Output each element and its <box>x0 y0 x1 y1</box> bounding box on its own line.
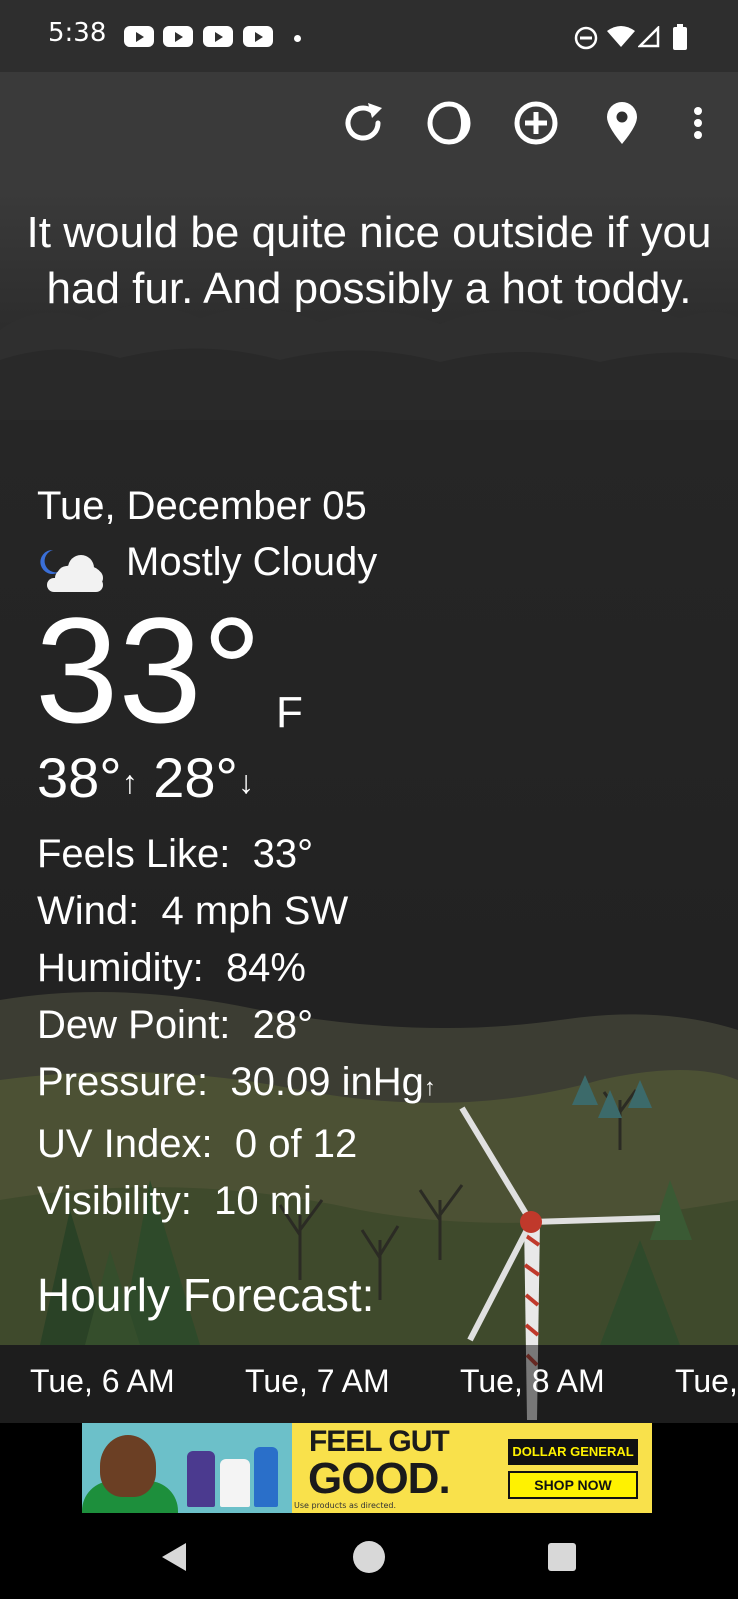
dew-point-label: Dew Point: <box>37 1003 231 1047</box>
wind-value: 4 mph SW <box>161 889 349 933</box>
toolbar <box>0 72 738 172</box>
ad-headline-line-2: GOOD. <box>308 1454 451 1503</box>
ad-banner[interactable]: FEEL GUT GOOD. Use products as directed.… <box>82 1423 652 1513</box>
wind-row: Wind: 4 mph SW <box>37 883 436 940</box>
condition-text: Mostly Cloudy <box>126 540 378 584</box>
temperature-unit: F <box>276 688 303 737</box>
low-temperature: 28° <box>153 746 238 809</box>
pressure-row: Pressure: 30.09 inHg↑ <box>37 1054 436 1116</box>
ad-headline: FEEL GUT GOOD. <box>308 1425 451 1503</box>
youtube-icon <box>124 26 154 47</box>
pressure-label: Pressure: <box>37 1060 209 1104</box>
down-arrow-icon: ↓ <box>237 764 254 801</box>
ad-shop-now-button[interactable]: SHOP NOW <box>508 1471 638 1499</box>
hourly-forecast-title: Hourly Forecast: <box>37 1269 375 1321</box>
humidity-label: Humidity: <box>37 946 204 990</box>
more-vert-icon[interactable] <box>676 98 720 148</box>
up-arrow-icon: ↑ <box>121 764 138 801</box>
humidity-row: Humidity: 84% <box>37 940 436 997</box>
navigation-bar <box>0 1515 738 1599</box>
feels-like-row: Feels Like: 33° <box>37 826 436 883</box>
ad-headline-line-1: FEEL GUT <box>308 1425 450 1458</box>
refresh-icon[interactable] <box>338 98 388 148</box>
uv-index-label: UV Index: <box>37 1122 213 1166</box>
pressure-value: 30.09 inHg <box>230 1060 424 1104</box>
youtube-icon <box>243 26 273 47</box>
high-low: 38°↑ 28°↓ <box>37 748 254 812</box>
ad-product-bottle <box>254 1447 278 1507</box>
ad-brand-logo: DOLLAR GENERAL <box>508 1439 638 1465</box>
ad-image <box>82 1423 292 1513</box>
feels-like-label: Feels Like: <box>37 832 231 876</box>
youtube-icon <box>203 26 233 47</box>
home-icon[interactable] <box>349 1537 389 1577</box>
status-time: 5:38 <box>48 18 107 48</box>
humidity-value: 84% <box>225 946 306 990</box>
hourly-item[interactable]: Tue, 9 AM <box>675 1363 738 1400</box>
recents-icon[interactable] <box>542 1537 582 1577</box>
radar-icon[interactable] <box>424 98 474 148</box>
ad-product-bottle <box>187 1451 215 1507</box>
dew-point-row: Dew Point: 28° <box>37 997 436 1054</box>
visibility-label: Visibility: <box>37 1179 192 1223</box>
high-temperature: 38° <box>37 746 122 809</box>
hourly-item[interactable]: Tue, 6 AM <box>30 1363 175 1400</box>
ad-product-bottle <box>220 1459 250 1507</box>
ad-fine-print: Use products as directed. <box>294 1501 396 1510</box>
ad-person-head <box>100 1435 156 1497</box>
hourly-item[interactable]: Tue, 8 AM <box>460 1363 605 1400</box>
visibility-value: 10 mi <box>214 1179 312 1223</box>
location-pin-icon[interactable] <box>597 98 647 148</box>
weather-quote: It would be quite nice outside if you ha… <box>26 208 712 313</box>
pressure-trend-icon: ↑ <box>423 1074 436 1101</box>
uv-index-row: UV Index: 0 of 12 <box>37 1116 436 1173</box>
more-notifications-dot-icon <box>294 35 301 42</box>
wind-label: Wind: <box>37 889 140 933</box>
visibility-row: Visibility: 10 mi <box>37 1173 436 1230</box>
weather-details: Feels Like: 33° Wind: 4 mph SW Humidity: 84… <box>37 826 436 1230</box>
wifi-icon <box>607 26 635 47</box>
battery-icon <box>673 24 687 50</box>
do-not-disturb-icon <box>574 26 598 50</box>
signal-icon <box>638 26 660 48</box>
feels-like-value: 33° <box>252 832 314 876</box>
back-icon[interactable] <box>156 1537 196 1577</box>
dew-point-value: 28° <box>252 1003 314 1047</box>
add-location-icon[interactable] <box>511 98 561 148</box>
youtube-icon <box>163 26 193 47</box>
ad-area: FEEL GUT GOOD. Use products as directed.… <box>0 1423 738 1515</box>
current-temperature: 33° <box>35 586 262 754</box>
current-date: Tue, December 05 <box>37 484 367 528</box>
hourly-item[interactable]: Tue, 7 AM <box>245 1363 390 1400</box>
uv-index-value: 0 of 12 <box>234 1122 358 1166</box>
hourly-forecast-strip[interactable]: Tue, 6 AM Tue, 7 AM Tue, 8 AM Tue, 9 AM <box>0 1345 738 1423</box>
status-bar: 5:38 <box>0 0 738 72</box>
